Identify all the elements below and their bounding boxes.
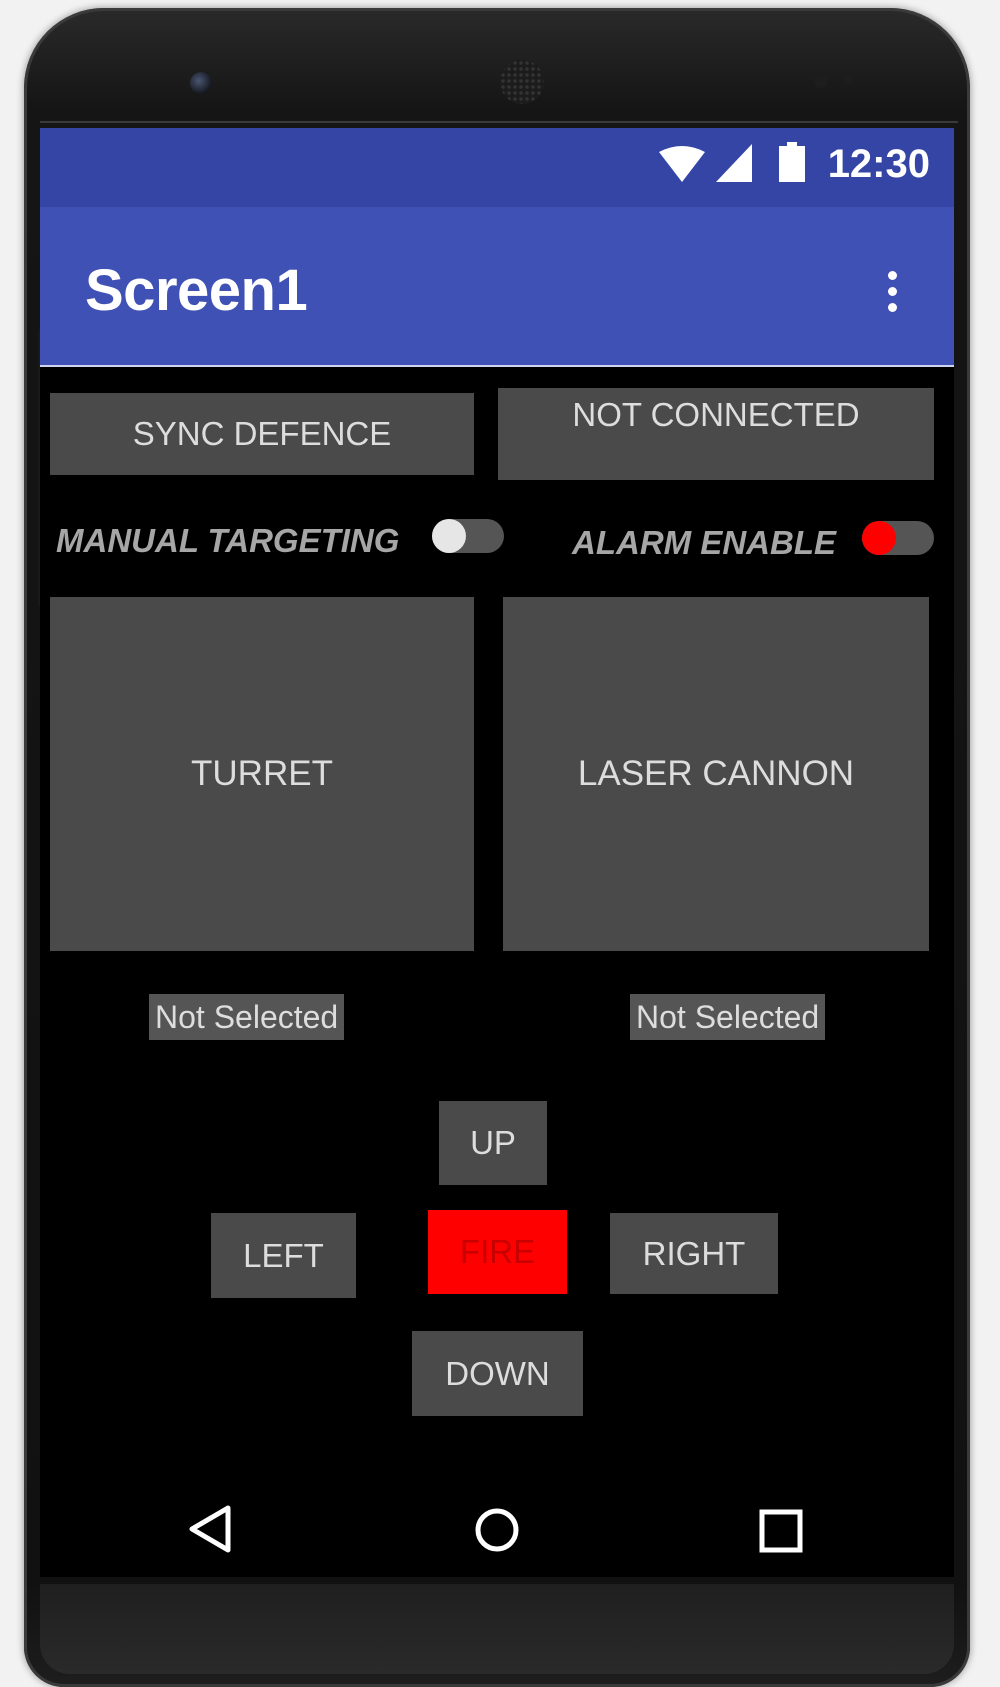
fire-button[interactable]: FIRE xyxy=(428,1210,567,1294)
clock: 12:30 xyxy=(827,142,930,186)
manual-targeting-label: MANUAL TARGETING xyxy=(56,522,400,559)
proximity-sensor xyxy=(814,74,828,88)
up-button[interactable]: UP xyxy=(439,1101,547,1185)
light-sensor xyxy=(844,74,854,84)
left-button[interactable]: LEFT xyxy=(211,1213,356,1298)
wifi-icon xyxy=(659,146,705,182)
recent-apps-icon[interactable] xyxy=(759,1509,803,1553)
battery-icon xyxy=(779,142,805,182)
laser-cannon-button[interactable]: LASER CANNON xyxy=(503,597,929,951)
screen-title: Screen1 xyxy=(85,258,308,323)
back-icon[interactable] xyxy=(188,1504,232,1554)
turret-button[interactable]: TURRET xyxy=(50,597,474,951)
switch-thumb xyxy=(432,519,466,553)
switch-thumb xyxy=(862,521,896,555)
turret-status-label: Not Selected xyxy=(149,994,345,1040)
screen: 12:30 Screen1 SYNC DEFENCE NOT CONNECTED… xyxy=(40,128,954,1577)
bottom-bezel xyxy=(40,1584,954,1674)
alarm-enable-switch[interactable] xyxy=(862,521,934,555)
front-camera xyxy=(190,72,212,94)
down-button[interactable]: DOWN xyxy=(412,1331,583,1416)
navigation-bar xyxy=(40,1437,954,1577)
screen-edge xyxy=(40,121,958,123)
app-bar: Screen1 xyxy=(40,207,954,367)
manual-targeting-switch[interactable] xyxy=(432,519,504,553)
sync-defence-button[interactable]: SYNC DEFENCE xyxy=(50,393,474,475)
overflow-menu-icon[interactable] xyxy=(888,271,898,312)
laser-status-label: Not Selected xyxy=(630,994,826,1040)
earpiece-speaker xyxy=(500,60,544,104)
status-bar: 12:30 xyxy=(40,128,954,207)
alarm-enable-label: ALARM ENABLE xyxy=(572,524,836,561)
right-button[interactable]: RIGHT xyxy=(610,1213,778,1294)
cell-signal-icon xyxy=(716,144,752,182)
connection-status-button[interactable]: NOT CONNECTED xyxy=(498,388,934,480)
home-icon[interactable] xyxy=(474,1507,520,1553)
